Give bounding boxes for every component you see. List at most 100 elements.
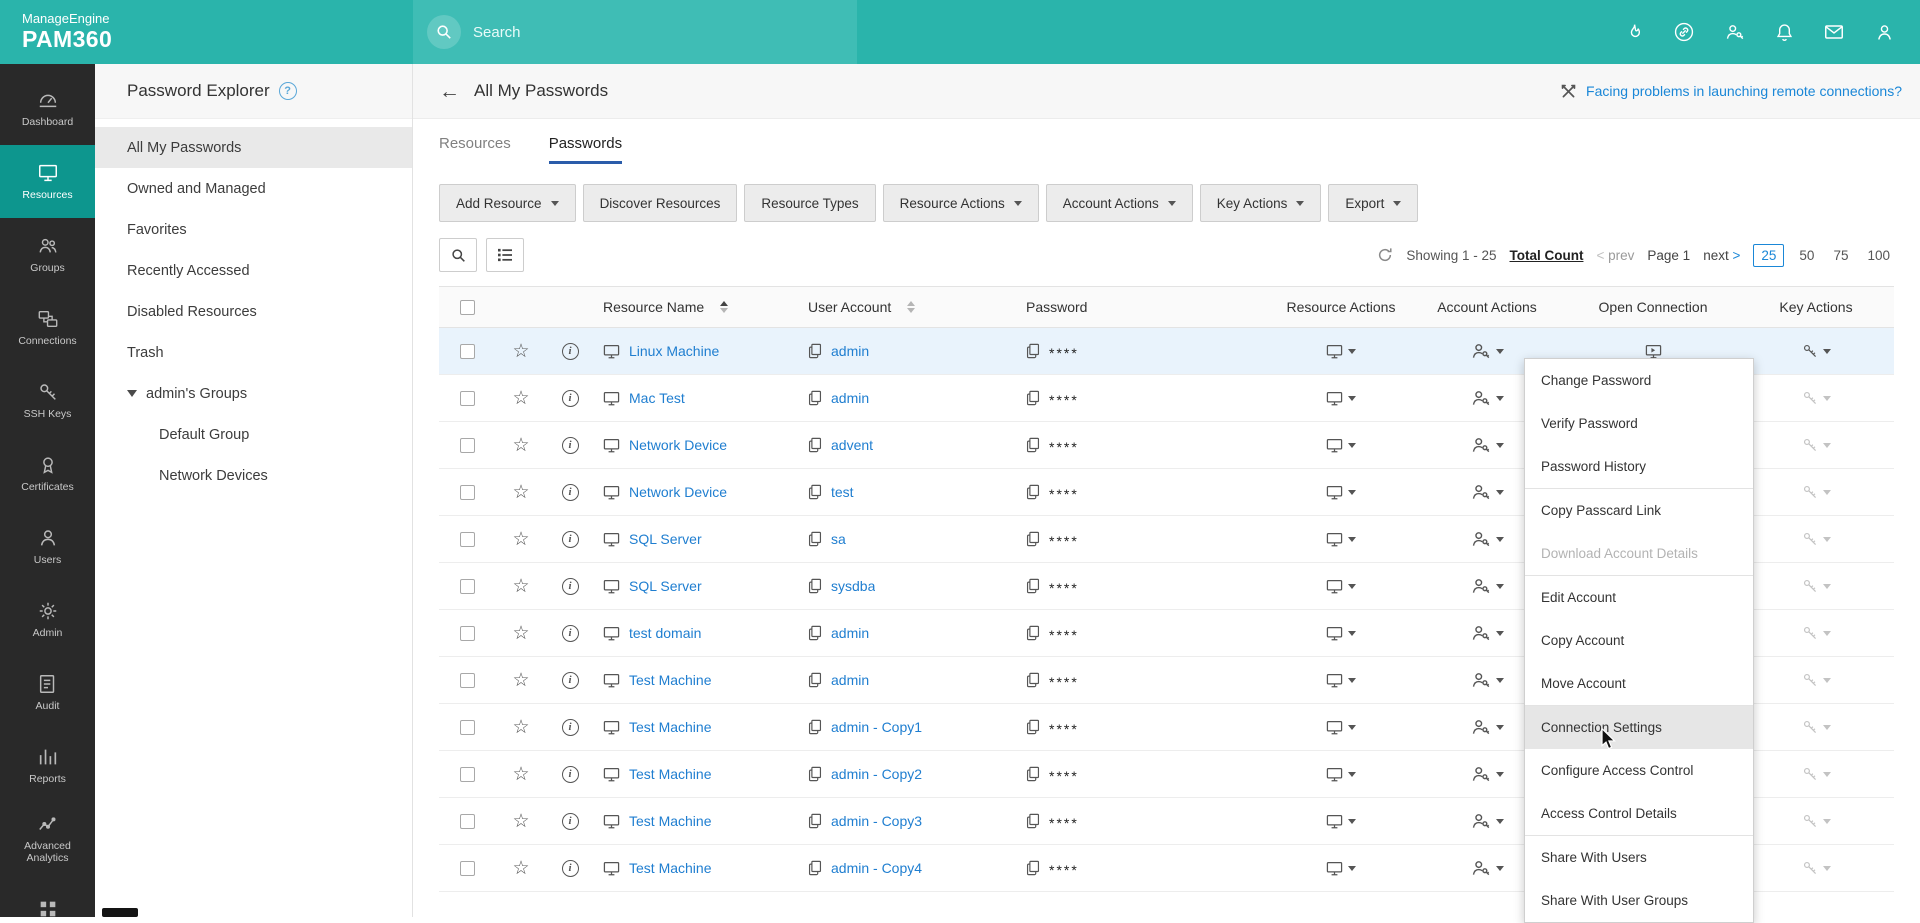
menu-item-verify-password[interactable]: Verify Password (1525, 402, 1753, 445)
menu-item-edit-account[interactable]: Edit Account (1525, 576, 1753, 619)
row-checkbox[interactable] (460, 720, 475, 735)
account-actions-dropdown[interactable] (1470, 482, 1504, 503)
menu-item-share-with-user-groups[interactable]: Share With User Groups (1525, 879, 1753, 922)
page-size-25[interactable]: 25 (1753, 244, 1784, 267)
menu-item-configure-access-control[interactable]: Configure Access Control (1525, 749, 1753, 792)
page-size-100[interactable]: 100 (1863, 245, 1894, 266)
info-icon[interactable]: i (562, 531, 579, 548)
user-account-link[interactable]: advent (831, 437, 873, 453)
sort-arrows-icon[interactable] (720, 301, 728, 313)
key-actions-dropdown[interactable] (1802, 860, 1831, 876)
resource-name-link[interactable]: Linux Machine (629, 343, 719, 359)
favorite-star-icon[interactable]: ☆ (512, 718, 529, 737)
account-actions-dropdown[interactable] (1470, 717, 1504, 738)
sort-arrows-icon[interactable] (907, 301, 915, 313)
key-actions-dropdown[interactable] (1802, 437, 1831, 453)
sidebar-item-certificates[interactable]: Certificates (0, 437, 95, 510)
resource-actions-dropdown[interactable] (1326, 814, 1356, 829)
user-account-link[interactable]: admin - Copy2 (831, 766, 922, 782)
prev-page-button[interactable]: < prev (1596, 248, 1634, 263)
resource-actions-dropdown[interactable] (1326, 720, 1356, 735)
page-size-50[interactable]: 50 (1795, 245, 1818, 266)
resource-name-link[interactable]: Test Machine (629, 672, 711, 688)
info-icon[interactable]: i (562, 390, 579, 407)
key-actions-dropdown[interactable] (1802, 719, 1831, 735)
info-icon[interactable]: i (562, 672, 579, 689)
resource-name-link[interactable]: SQL Server (629, 578, 702, 594)
sidebar-item-admin[interactable]: Admin (0, 583, 95, 656)
account-actions-dropdown[interactable] (1470, 811, 1504, 832)
account-actions-dropdown[interactable] (1470, 529, 1504, 550)
resource-actions-dropdown[interactable] (1326, 532, 1356, 547)
user-account-link[interactable]: sysdba (831, 578, 875, 594)
info-icon[interactable]: i (562, 437, 579, 454)
row-checkbox[interactable] (460, 579, 475, 594)
user-icon[interactable] (1872, 20, 1896, 44)
user-account-link[interactable]: admin (831, 672, 869, 688)
key-actions-dropdown[interactable] (1802, 531, 1831, 547)
column-header-resource-name[interactable]: Resource Name (593, 299, 798, 315)
toolbar-button-resource-actions[interactable]: Resource Actions (883, 184, 1039, 222)
menu-item-copy-account[interactable]: Copy Account (1525, 619, 1753, 662)
page-size-75[interactable]: 75 (1829, 245, 1852, 266)
explorer-item-recently-accessed[interactable]: Recently Accessed (95, 250, 412, 291)
row-checkbox[interactable] (460, 344, 475, 359)
user-account-link[interactable]: admin - Copy4 (831, 860, 922, 876)
sidebar-item-resources[interactable]: Resources (0, 145, 95, 218)
row-checkbox[interactable] (460, 485, 475, 500)
info-icon[interactable]: i (562, 813, 579, 830)
resource-name-link[interactable]: Network Device (629, 484, 727, 500)
key-actions-dropdown[interactable] (1802, 390, 1831, 406)
explorer-item-owned-and-managed[interactable]: Owned and Managed (95, 168, 412, 209)
info-icon[interactable]: i (562, 860, 579, 877)
sidebar-item-users[interactable]: Users (0, 510, 95, 583)
view-toggle-button[interactable] (486, 238, 524, 272)
select-all-checkbox[interactable] (460, 300, 475, 315)
user-account-link[interactable]: admin - Copy3 (831, 813, 922, 829)
back-arrow-icon[interactable]: ← (439, 81, 460, 102)
resource-name-link[interactable]: Test Machine (629, 766, 711, 782)
menu-item-share-with-users[interactable]: Share With Users (1525, 836, 1753, 879)
sidebar-item-connections[interactable]: Connections (0, 291, 95, 364)
resource-name-link[interactable]: Network Device (629, 437, 727, 453)
info-icon[interactable]: i (562, 578, 579, 595)
favorite-star-icon[interactable]: ☆ (512, 530, 529, 549)
account-actions-dropdown[interactable] (1470, 341, 1504, 362)
sidebar-item-advanced-analytics[interactable]: Advanced Analytics (0, 802, 95, 875)
user-key-icon[interactable] (1722, 20, 1746, 44)
menu-item-change-password[interactable]: Change Password (1525, 359, 1753, 402)
row-checkbox[interactable] (460, 438, 475, 453)
toolbar-button-resource-types[interactable]: Resource Types (744, 184, 875, 222)
flame-icon[interactable] (1622, 20, 1646, 44)
info-icon[interactable]: i (562, 343, 579, 360)
mail-icon[interactable] (1822, 20, 1846, 44)
resource-actions-dropdown[interactable] (1326, 579, 1356, 594)
key-actions-dropdown[interactable] (1802, 625, 1831, 641)
account-actions-dropdown[interactable] (1470, 858, 1504, 879)
explorer-item-favorites[interactable]: Favorites (95, 209, 412, 250)
tab-passwords[interactable]: Passwords (549, 135, 622, 164)
resource-actions-dropdown[interactable] (1326, 673, 1356, 688)
resource-name-link[interactable]: Test Machine (629, 719, 711, 735)
info-icon[interactable]: i (562, 484, 579, 501)
refresh-icon[interactable] (1377, 247, 1393, 263)
favorite-star-icon[interactable]: ☆ (512, 342, 529, 361)
account-actions-dropdown[interactable] (1470, 576, 1504, 597)
menu-item-password-history[interactable]: Password History (1525, 445, 1753, 488)
toolbar-button-discover-resources[interactable]: Discover Resources (583, 184, 738, 222)
user-account-link[interactable]: admin (831, 390, 869, 406)
resource-actions-dropdown[interactable] (1326, 344, 1356, 359)
resource-actions-dropdown[interactable] (1326, 391, 1356, 406)
tree-expander-icon[interactable] (127, 390, 137, 397)
toolbar-button-key-actions[interactable]: Key Actions (1200, 184, 1322, 222)
account-actions-dropdown[interactable] (1470, 764, 1504, 785)
favorite-star-icon[interactable]: ☆ (512, 765, 529, 784)
global-search-input[interactable]: Search (413, 0, 857, 64)
key-actions-dropdown[interactable] (1802, 672, 1831, 688)
explorer-item-network-devices[interactable]: Network Devices (95, 455, 412, 496)
remote-connection-help-link[interactable]: Facing problems in launching remote conn… (1586, 83, 1902, 99)
resource-name-link[interactable]: Mac Test (629, 390, 685, 406)
key-actions-dropdown[interactable] (1802, 484, 1831, 500)
explorer-item-default-group[interactable]: Default Group (95, 414, 412, 455)
key-actions-dropdown[interactable] (1802, 578, 1831, 594)
